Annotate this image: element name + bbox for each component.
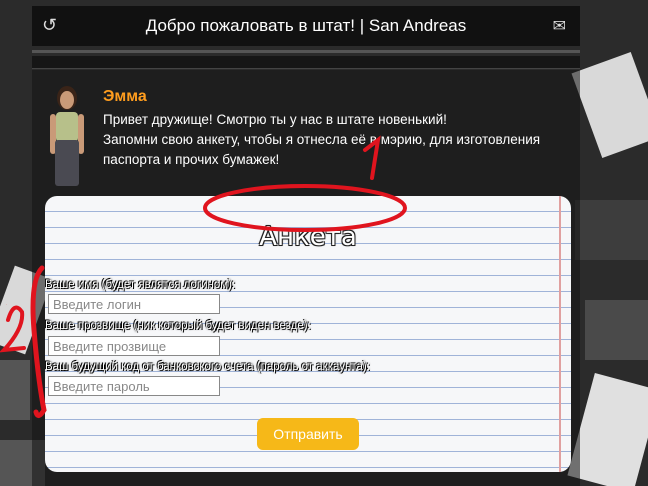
npc-line: Запомни свою анкету, чтобы я отнесла её … xyxy=(103,132,541,167)
password-label: Ваш будущий код от банковского счета (па… xyxy=(45,361,370,373)
submit-button[interactable]: Отправить xyxy=(257,418,359,450)
npc-line: Привет дружище! Смотрю ты у нас в штате … xyxy=(103,112,447,127)
app-header: ↺ Добро пожаловать в штат! | San Andreas… xyxy=(32,6,580,46)
password-input[interactable] xyxy=(48,376,220,396)
nickname-input[interactable] xyxy=(48,336,220,356)
form-card: Анкета Ваше имя (будет являтся логином):… xyxy=(45,196,571,472)
npc-name: Эмма xyxy=(103,88,147,105)
npc-dialog: Привет дружище! Смотрю ты у нас в штате … xyxy=(103,110,573,170)
nickname-label: Ваше прозвище (ник который будет виден в… xyxy=(45,320,311,332)
header-band xyxy=(32,56,580,69)
form-title: Анкета xyxy=(259,222,357,252)
login-input[interactable] xyxy=(48,294,220,314)
mail-icon[interactable]: ✉ xyxy=(553,16,566,36)
header-divider xyxy=(32,50,580,53)
page-title: Добро пожаловать в штат! | San Andreas xyxy=(145,16,467,35)
login-label: Ваше имя (будет являтся логином): xyxy=(45,279,236,291)
npc-avatar xyxy=(50,86,84,186)
